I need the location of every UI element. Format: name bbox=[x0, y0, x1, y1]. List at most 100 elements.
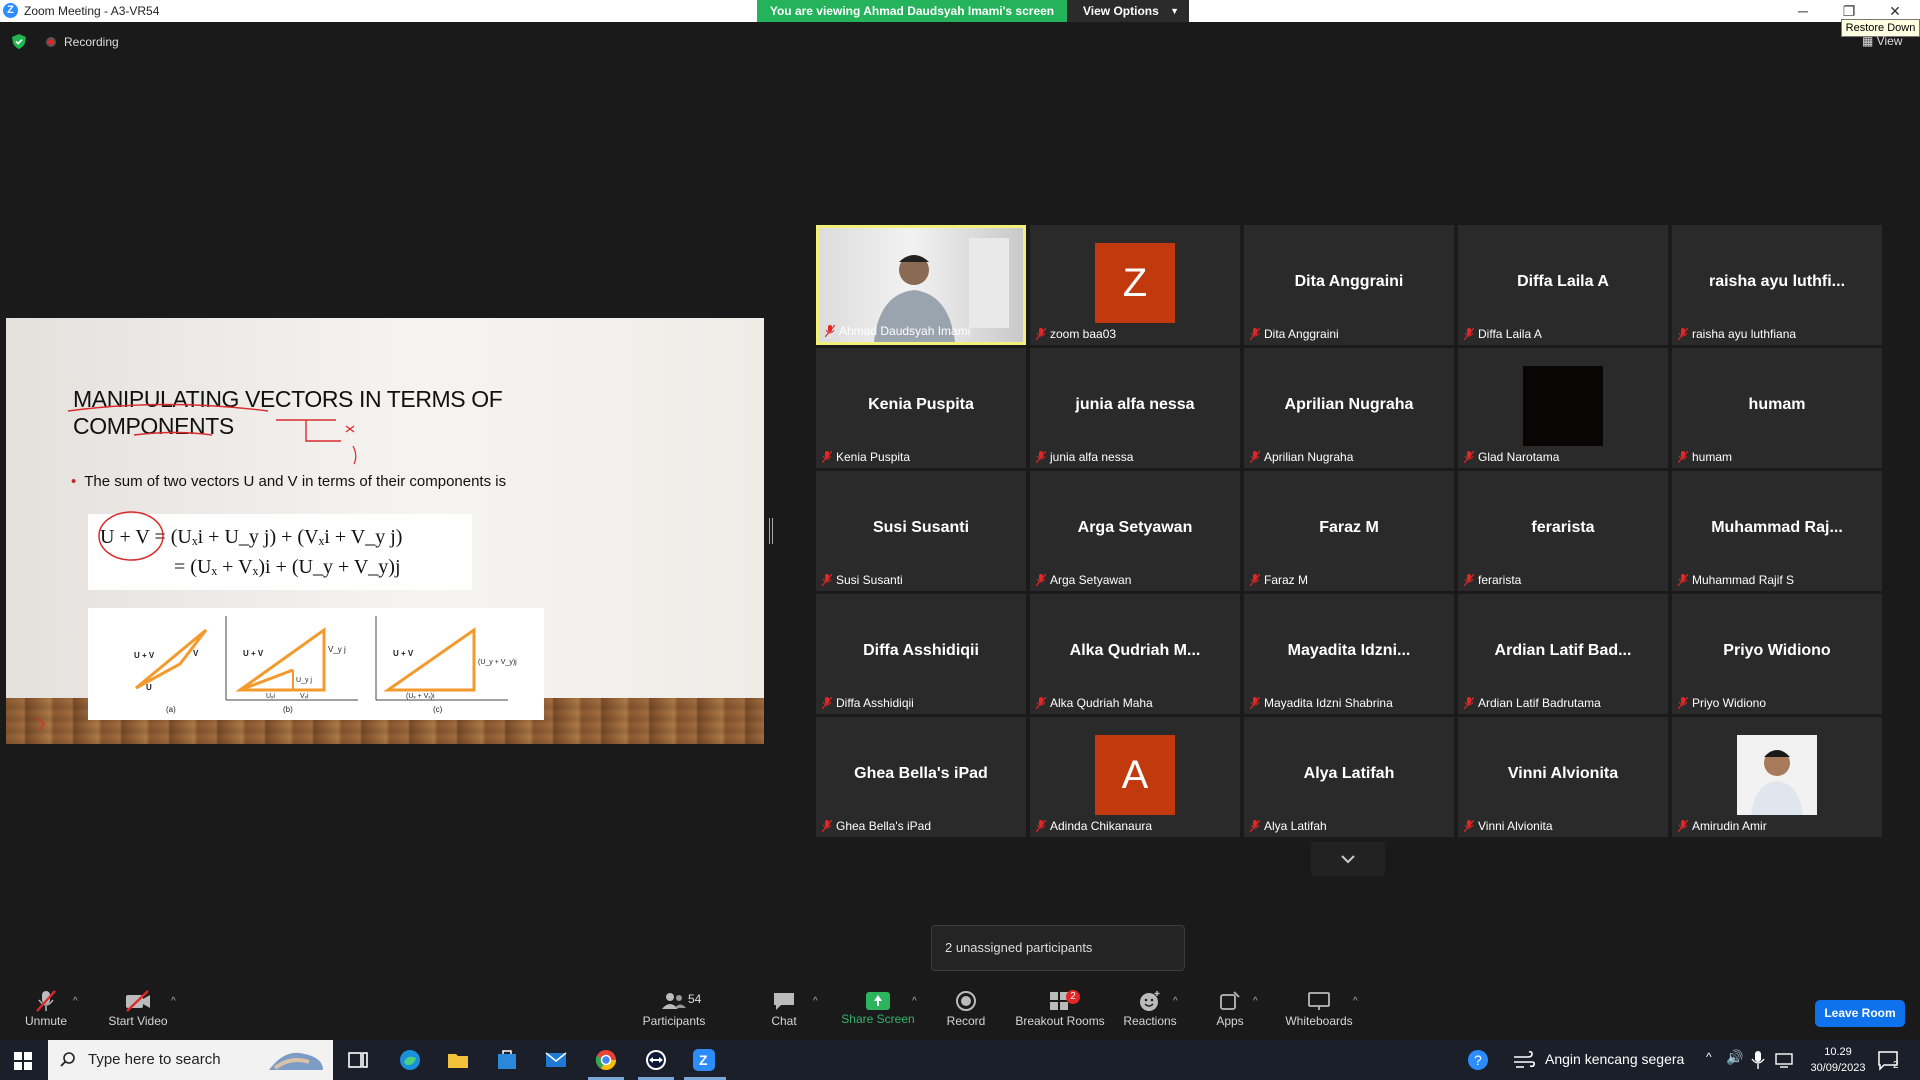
muted-microphone-icon bbox=[1250, 820, 1260, 832]
apps-button[interactable]: Apps bbox=[1210, 982, 1250, 1040]
reactions-button[interactable]: Reactions bbox=[1122, 982, 1178, 1040]
participant-label-text: Alya Latifah bbox=[1264, 819, 1327, 833]
muted-microphone-icon bbox=[36, 990, 56, 1012]
participant-tile[interactable]: Priyo Widiono Priyo Widiono bbox=[1672, 594, 1882, 714]
chat-button[interactable]: Chat bbox=[764, 982, 804, 1040]
participant-tile[interactable]: Zzoom baa03 bbox=[1030, 225, 1240, 345]
participant-tile[interactable]: Vinni Alvionita Vinni Alvionita bbox=[1458, 717, 1668, 837]
file-explorer-icon[interactable] bbox=[446, 1048, 470, 1072]
unassigned-participants-popup[interactable]: 2 unassigned participants bbox=[931, 925, 1185, 971]
leave-room-button[interactable]: Leave Room bbox=[1815, 1000, 1905, 1027]
muted-microphone-icon bbox=[1250, 574, 1260, 586]
participant-profile-image bbox=[1523, 366, 1603, 446]
participant-tile[interactable]: A Adinda Chikanaura bbox=[1030, 717, 1240, 837]
participant-tile[interactable]: junia alfa nessa junia alfa nessa bbox=[1030, 348, 1240, 468]
participant-tile[interactable]: Glad Narotama bbox=[1458, 348, 1668, 468]
speaker-icon[interactable]: 🔊 bbox=[1726, 1049, 1743, 1066]
wind-weather-icon[interactable] bbox=[1512, 1048, 1536, 1072]
participant-tile[interactable]: Ardian Latif Bad... Ardian Latif Badrutam… bbox=[1458, 594, 1668, 714]
weather-text[interactable]: Angin kencang segera bbox=[1545, 1051, 1684, 1067]
minimize-button[interactable]: ─ bbox=[1780, 0, 1826, 22]
participant-tile[interactable]: Alya Latifah Alya Latifah bbox=[1244, 717, 1454, 837]
view-button[interactable]: ▦ View bbox=[1862, 34, 1902, 48]
participant-tile[interactable]: raisha ayu luthfi... raisha ayu luthfiana bbox=[1672, 225, 1882, 345]
gallery-next-page-button[interactable] bbox=[1311, 842, 1385, 876]
breakout-rooms-button[interactable]: 2 Breakout Rooms bbox=[1012, 982, 1108, 1040]
participant-tile[interactable]: Muhammad Raj... Muhammad Rajif S bbox=[1672, 471, 1882, 591]
participant-tile[interactable]: Mayadita Idzni... Mayadita Idzni Shabrina bbox=[1244, 594, 1454, 714]
recording-label[interactable]: Recording bbox=[64, 35, 119, 49]
microsoft-store-icon[interactable] bbox=[495, 1048, 519, 1072]
participant-tile[interactable]: Alka Qudriah M... Alka Qudriah Maha bbox=[1030, 594, 1240, 714]
muted-microphone-icon bbox=[1250, 451, 1260, 463]
participant-name-label: Amirudin Amir bbox=[1676, 817, 1767, 835]
chat-options-caret-icon[interactable]: ^ bbox=[813, 996, 818, 1007]
participant-tile[interactable]: Ahmad Daudsyah Imami bbox=[816, 225, 1026, 345]
share-screen-button[interactable]: Share Screen bbox=[840, 982, 916, 1040]
muted-microphone-icon bbox=[822, 451, 832, 463]
video-options-caret-icon[interactable]: ^ bbox=[171, 996, 176, 1007]
title-bar: Z Zoom Meeting - A3-VR54 You are viewing… bbox=[0, 0, 1920, 22]
network-icon[interactable] bbox=[1774, 1048, 1794, 1072]
unmute-button[interactable]: Unmute bbox=[18, 982, 74, 1040]
participant-tile[interactable]: Aprilian Nugraha Aprilian Nugraha bbox=[1244, 348, 1454, 468]
microphone-icon[interactable] bbox=[1749, 1048, 1767, 1072]
edge-browser-icon[interactable] bbox=[398, 1048, 422, 1072]
participant-tile[interactable]: Amirudin Amir bbox=[1672, 717, 1882, 837]
mail-icon[interactable] bbox=[544, 1048, 568, 1072]
participant-tile[interactable]: humam humam bbox=[1672, 348, 1882, 468]
participant-label-text: Priyo Widiono bbox=[1692, 696, 1767, 710]
participant-tile[interactable]: Dita Anggraini Dita Anggraini bbox=[1244, 225, 1454, 345]
muted-microphone-icon bbox=[1036, 451, 1046, 463]
chevron-down-icon: ▼ bbox=[1170, 6, 1179, 16]
start-video-button[interactable]: Start Video bbox=[104, 982, 172, 1040]
participant-avatar: A bbox=[1095, 735, 1175, 815]
windows-start-icon[interactable] bbox=[14, 1052, 32, 1070]
participant-tile[interactable]: ferarista ferarista bbox=[1458, 471, 1668, 591]
audio-options-caret-icon[interactable]: ^ bbox=[73, 996, 78, 1007]
split-view-divider-handle[interactable] bbox=[769, 518, 773, 544]
participant-name-label: Diffa Laila A bbox=[1462, 325, 1542, 343]
participant-label-text: zoom baa03 bbox=[1050, 327, 1117, 341]
chrome-icon[interactable] bbox=[594, 1048, 618, 1072]
whiteboards-label: Whiteboards bbox=[1285, 1014, 1353, 1028]
system-clock[interactable]: 10.29 30/09/2023 bbox=[1808, 1044, 1868, 1076]
participants-button[interactable]: 54 Participants bbox=[636, 982, 712, 1040]
participant-name-label: Adinda Chikanaura bbox=[1034, 817, 1152, 835]
record-button[interactable]: Record bbox=[942, 982, 990, 1040]
participant-display-name: Diffa Asshidiqii bbox=[863, 642, 979, 659]
whiteboards-button[interactable]: Whiteboards bbox=[1280, 982, 1358, 1040]
participant-tile[interactable]: Susi Susanti Susi Susanti bbox=[816, 471, 1026, 591]
record-label: Record bbox=[946, 1014, 986, 1028]
participant-label-text: Faraz M bbox=[1264, 573, 1309, 587]
participant-name-label: Glad Narotama bbox=[1462, 448, 1559, 466]
participant-tile[interactable]: Faraz M Faraz M bbox=[1244, 471, 1454, 591]
participant-tile[interactable]: Ghea Bella's iPad Ghea Bella's iPad bbox=[816, 717, 1026, 837]
participant-name-label: junia alfa nessa bbox=[1034, 448, 1133, 466]
tray-overflow-chevron-icon[interactable]: ^ bbox=[1706, 1050, 1712, 1064]
zoom-app-icon[interactable]: Z bbox=[692, 1048, 716, 1072]
participant-name-label: Susi Susanti bbox=[820, 571, 903, 589]
participant-tile[interactable]: Diffa Laila A Diffa Laila A bbox=[1458, 225, 1668, 345]
muted-microphone-icon bbox=[1250, 697, 1260, 709]
muted-microphone-icon bbox=[1678, 451, 1688, 463]
whiteboards-options-caret-icon[interactable]: ^ bbox=[1353, 996, 1358, 1007]
teamviewer-icon[interactable] bbox=[644, 1048, 668, 1072]
share-options-caret-icon[interactable]: ^ bbox=[912, 996, 917, 1007]
participant-tile[interactable]: Diffa Asshidiqii Diffa Asshidiqii bbox=[816, 594, 1026, 714]
participant-tile[interactable]: Kenia Puspita Kenia Puspita bbox=[816, 348, 1026, 468]
window-title: Zoom Meeting - A3-VR54 bbox=[24, 4, 160, 18]
person-photo-icon bbox=[1751, 750, 1803, 815]
participant-name-label: Ardian Latif Badrutama bbox=[1462, 694, 1601, 712]
participant-tile[interactable]: Arga Setyawan Arga Setyawan bbox=[1030, 471, 1240, 591]
participant-name-label: Kenia Puspita bbox=[820, 448, 910, 466]
share-screen-label: Share Screen bbox=[841, 1012, 915, 1026]
task-view-icon[interactable] bbox=[346, 1048, 370, 1072]
reactions-options-caret-icon[interactable]: ^ bbox=[1173, 996, 1178, 1007]
participant-label-text: Diffa Asshidiqii bbox=[836, 696, 914, 710]
apps-options-caret-icon[interactable]: ^ bbox=[1253, 996, 1258, 1007]
help-icon[interactable]: ? bbox=[1466, 1048, 1490, 1072]
taskbar-search-box[interactable]: Type here to search bbox=[48, 1040, 333, 1080]
view-options-button[interactable]: View Options ▼ bbox=[1067, 0, 1189, 22]
recording-icon bbox=[46, 37, 56, 47]
